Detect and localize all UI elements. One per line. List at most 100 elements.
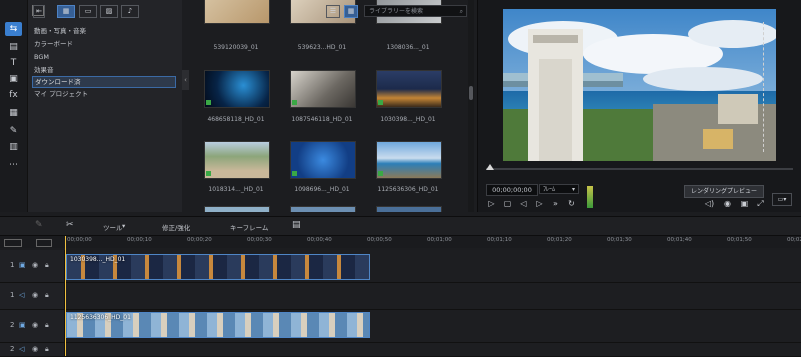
media-thumbnail[interactable] [290,206,356,212]
filter-video-button[interactable]: ▭ [79,5,97,18]
track-manager-icon[interactable] [4,239,22,247]
prev-frame-icon[interactable]: ◁ [518,199,529,208]
transition-room-icon[interactable]: ▤ [5,40,22,54]
media-thumbnail[interactable] [376,70,442,108]
used-badge-icon [292,100,297,105]
media-thumbnail[interactable] [290,141,356,179]
fix-enhance-button[interactable]: 修正/強化 [162,222,190,232]
media-thumbnail[interactable] [376,141,442,179]
media-thumbnail[interactable] [204,206,270,212]
next-frame-icon[interactable]: ▷ [534,199,545,208]
category-item[interactable]: 動画・写真・音楽 [34,26,174,36]
lock-icon[interactable]: 🔒︎ [45,291,49,300]
zoom-icon[interactable] [36,239,52,247]
search-icon[interactable]: ⌕ [460,6,463,18]
undock-icon[interactable]: ▣ [739,199,750,208]
ruler-tick: 00;01;10 [487,237,512,243]
media-label: 1098696..._HD_01 [294,186,350,193]
tool-menu[interactable]: ツール [103,222,123,232]
visibility-eye-icon[interactable]: ◉ [32,345,38,353]
media-label: 1087546118_HD_01 [291,116,353,123]
edit-pencil-icon[interactable]: ✎ [35,220,43,230]
media-thumbnail[interactable] [376,206,442,212]
unit-select[interactable]: ﾌﾚｰﾑ ▾ [539,184,579,194]
grid-view-icon[interactable]: ▦ [344,5,358,18]
snapshot-icon[interactable]: ◉ [722,199,733,208]
import-media-icon[interactable]: ⇤ [33,5,45,18]
filter-all-button[interactable]: ▦ [57,5,75,18]
track-number: 2 [10,321,15,329]
media-thumbnail[interactable] [290,70,356,108]
visibility-eye-icon[interactable]: ◉ [32,321,38,329]
category-item[interactable]: カラーボード [34,39,174,49]
ruler-tick: 00;00;40 [307,237,332,243]
visibility-eye-icon[interactable]: ◉ [32,291,38,299]
category-item-selected[interactable]: ダウンロード済 [32,76,176,88]
seekbar-handle[interactable] [486,164,494,170]
audio-meter [587,186,593,208]
media-thumbnail[interactable] [204,0,270,24]
list-view-icon[interactable]: ☰ [326,5,340,18]
timeline-ruler[interactable]: 00;00;00 00;00;10 00;00;20 00;00;30 00;0… [65,236,801,248]
media-thumbnail[interactable] [204,141,270,179]
collapse-panel-button[interactable]: ‹ [182,70,189,90]
stop-icon[interactable]: ▢ [502,199,513,208]
subtitle-room-icon[interactable]: ▥ [5,140,22,154]
media-thumbnail[interactable] [204,70,270,108]
filter-audio-button[interactable]: ♪ [121,5,139,18]
audio-track-2: 2 ◁ ◉ 🔒︎ [0,343,801,357]
visibility-eye-icon[interactable]: ◉ [32,261,38,269]
timeline-playhead[interactable] [65,236,66,356]
audio-track-icon[interactable]: ◁ [19,345,24,353]
media-room-icon[interactable]: ⇆ [5,22,22,36]
lock-icon[interactable]: 🔒︎ [45,345,49,354]
video-track-2: 2 ▣ ◉ 🔒︎ 1125636306_HD_01 [0,310,801,343]
lock-icon[interactable]: 🔒︎ [45,321,49,330]
timeline-clip[interactable]: 1030398..._HD_01 [66,254,370,280]
keyframe-button[interactable]: キーフレーム [230,222,268,232]
split-icon[interactable]: ✂ [66,220,74,230]
category-item[interactable]: マイ プロジェクト [34,89,174,99]
library-search-input[interactable]: ライブラリーを検索 ⌕ [364,5,467,17]
video-track-icon[interactable]: ▣ [19,321,26,329]
media-scrollbar[interactable] [468,0,474,212]
audio-track-icon[interactable]: ◁ [19,291,24,299]
category-item[interactable]: 効果音 [34,65,174,75]
clipboard-icon[interactable]: ▤ [292,220,301,230]
title-room-icon[interactable]: T [5,56,22,70]
loop-icon[interactable]: ↻ [566,199,577,208]
preview-seekbar[interactable] [486,168,793,170]
used-badge-icon [378,100,383,105]
media-scrollbar-thumb[interactable] [469,86,473,100]
media-label: 1308036..._01 [386,44,430,51]
timeline-clip[interactable]: 1125636306_HD_01 [66,312,370,338]
fullscreen-icon[interactable]: ⤢ [755,199,766,209]
video-track-icon[interactable]: ▣ [19,261,26,269]
effect-room-icon[interactable]: fx [5,88,22,102]
timecode-display[interactable]: 00;00;00;00 [486,184,538,196]
fast-forward-icon[interactable]: » [550,199,561,208]
volume-icon[interactable]: ◁) [704,199,715,208]
play-icon[interactable]: ▷ [486,199,497,208]
display-options-icon[interactable]: ▭▾ [772,193,792,206]
category-item[interactable]: BGM [34,52,174,62]
track-number: 1 [10,291,15,299]
media-label: 1030398..._HD_01 [380,116,436,123]
media-label: 1018314..._HD_01 [208,186,264,193]
pip-room-icon[interactable]: ▣ [5,72,22,86]
preview-image[interactable] [503,9,776,161]
filter-image-button[interactable]: ▨ [100,5,118,18]
lock-icon[interactable]: 🔒︎ [45,261,49,270]
audio-room-icon[interactable]: ✎ [5,124,22,138]
particle-room-icon[interactable]: ▦ [5,106,22,120]
edit-toolbar: ✎ ✂ ツール ▾ 修正/強化 キーフレーム ▤ [0,216,801,236]
media-label: 1125636306_HD_01 [377,186,439,193]
ruler-tick: 00;00;10 [127,237,152,243]
more-icon[interactable]: ⋯ [5,158,22,172]
video-track-1: 1 ▣ ◉ 🔒︎ 1030398..._HD_01 [0,250,801,283]
track-header: 1 ▣ ◉ 🔒︎ [0,250,65,282]
safe-zone-guide [763,22,765,152]
render-preview-button[interactable]: レンダリングプレビュー [684,185,764,198]
ruler-tick: 00;02;00 [787,237,801,243]
audio-track-1: 1 ◁ ◉ 🔒︎ [0,283,801,310]
